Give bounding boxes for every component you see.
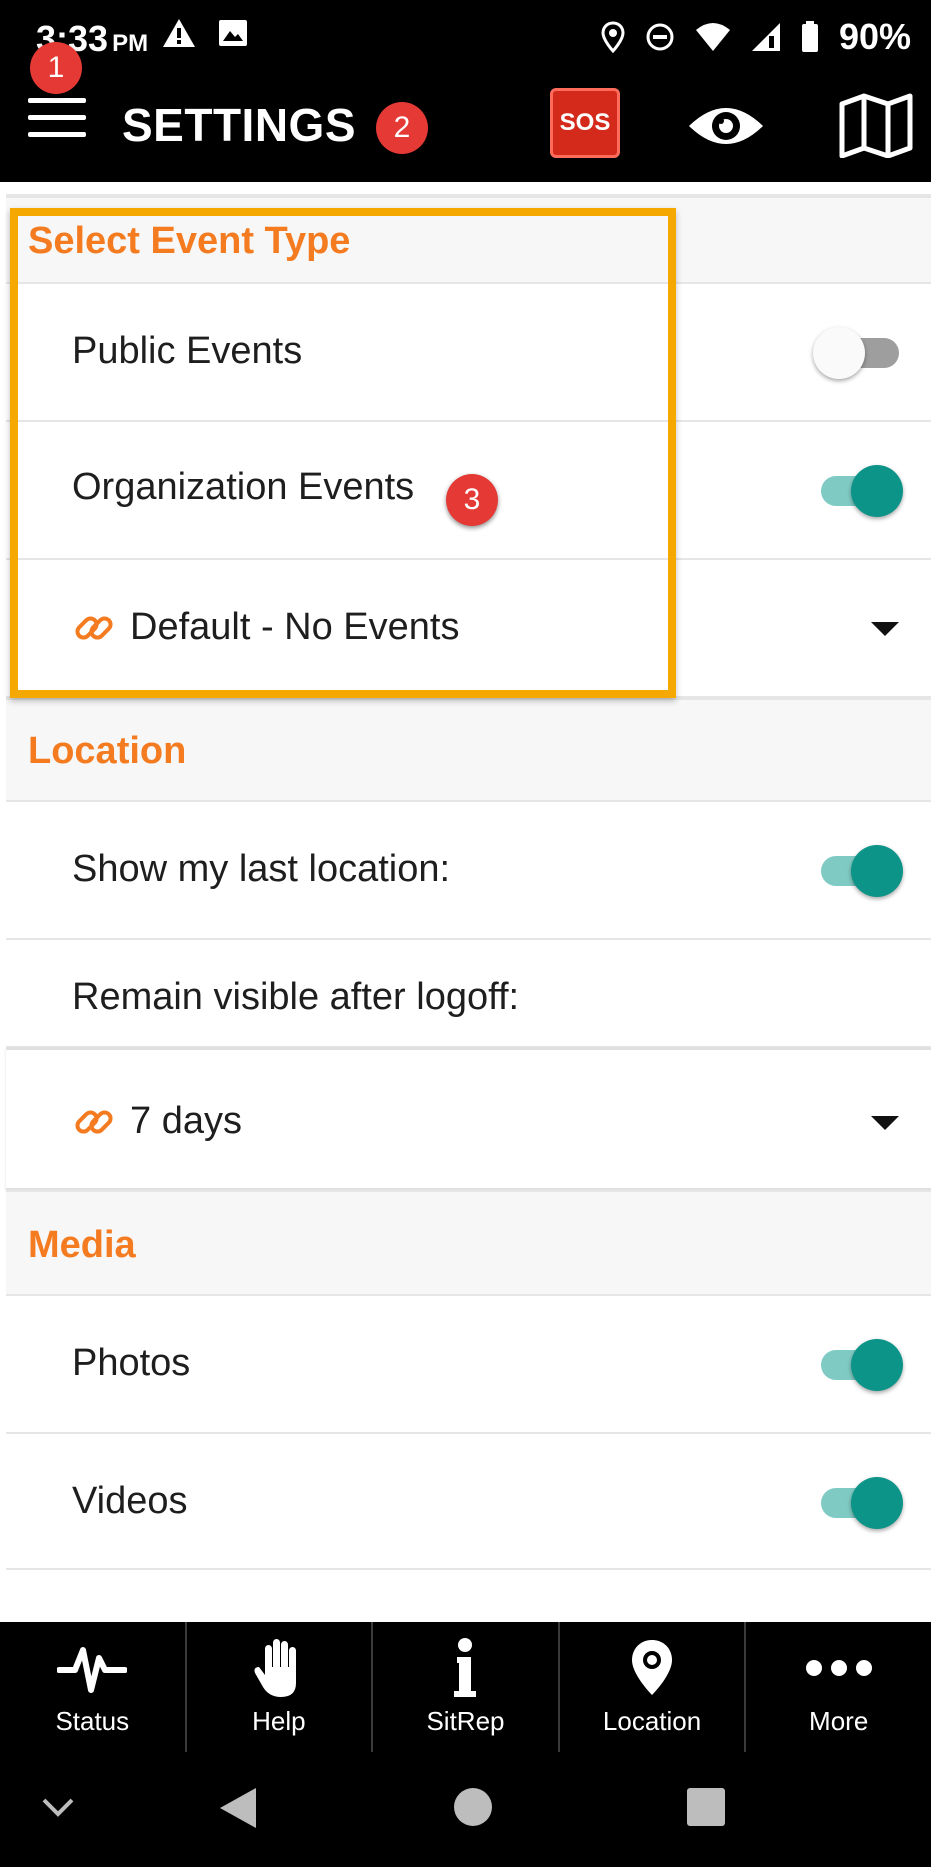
section-header-media: Media xyxy=(6,1190,931,1296)
setting-row-remain-visible: Remain visible after logoff: xyxy=(6,940,931,1048)
system-navigation-bar xyxy=(0,1752,931,1867)
nav-label-location: Location xyxy=(602,1706,702,1736)
status-right-icons: 90% xyxy=(601,16,911,58)
annotation-badge-3: 3 xyxy=(446,474,498,526)
remain-visible-dropdown[interactable]: 7 days xyxy=(6,1048,931,1190)
videos-toggle[interactable] xyxy=(813,1472,905,1532)
link-icon xyxy=(75,1110,113,1134)
public-events-label: Public Events xyxy=(72,330,303,372)
annotation-badge-1: 1 xyxy=(30,42,82,94)
section-title-media: Media xyxy=(28,1224,136,1266)
event-type-dropdown-value: Default - No Events xyxy=(130,606,460,648)
gps-icon xyxy=(601,21,625,53)
sos-button[interactable]: SOS xyxy=(550,88,620,158)
nav-item-help[interactable]: Help xyxy=(184,1622,372,1752)
nav-item-status[interactable]: Status xyxy=(0,1622,185,1752)
cell-signal-icon xyxy=(751,23,780,51)
nav-label-more: More xyxy=(809,1706,869,1736)
nav-item-location[interactable]: Location xyxy=(557,1622,745,1752)
warning-icon xyxy=(163,19,195,47)
setting-row-videos: Videos xyxy=(6,1434,931,1570)
chevron-down-icon xyxy=(871,622,899,636)
section-header-event-type: Select Event Type xyxy=(6,196,931,284)
location-pin-icon xyxy=(615,1636,689,1700)
home-icon[interactable] xyxy=(452,1786,494,1828)
battery-icon xyxy=(801,21,818,52)
setting-row-show-last-location: Show my last location: xyxy=(6,802,931,940)
collapse-chevron-icon[interactable] xyxy=(40,1796,76,1818)
photos-toggle[interactable] xyxy=(813,1334,905,1394)
settings-list: Select Event Type Public Events Organiza… xyxy=(0,182,931,1622)
nav-item-sitrep[interactable]: SitRep xyxy=(371,1622,558,1752)
map-icon[interactable] xyxy=(838,92,914,159)
battery-percentage: 90% xyxy=(838,16,911,57)
chevron-down-icon xyxy=(871,1116,899,1130)
top-bar: 3:33 PM 90% SETTINGS SOS 1 2 xyxy=(0,0,931,182)
status-time-ampm: PM xyxy=(112,30,149,57)
hand-icon xyxy=(242,1636,316,1700)
show-last-location-label: Show my last location: xyxy=(72,848,451,890)
event-type-dropdown[interactable]: Default - No Events xyxy=(6,560,931,698)
menu-icon[interactable] xyxy=(28,98,86,148)
heartbeat-icon xyxy=(55,1636,129,1700)
section-title-location: Location xyxy=(28,730,187,772)
image-icon xyxy=(219,20,247,46)
eye-icon[interactable] xyxy=(686,98,766,154)
public-events-toggle[interactable] xyxy=(813,322,905,382)
bottom-navigation: Status Help SitRep Location More xyxy=(0,1622,931,1752)
remain-visible-dropdown-value: 7 days xyxy=(130,1100,242,1142)
recent-apps-icon[interactable] xyxy=(686,1787,726,1827)
photos-label: Photos xyxy=(72,1342,191,1384)
annotation-badge-2: 2 xyxy=(376,102,428,154)
list-bottom-spacer xyxy=(6,1570,931,1622)
list-top-spacer xyxy=(6,182,931,196)
link-icon xyxy=(75,616,113,640)
wifi-icon xyxy=(695,23,730,51)
do-not-disturb-icon xyxy=(646,23,674,51)
section-header-location: Location xyxy=(6,698,931,802)
show-last-location-toggle[interactable] xyxy=(813,840,905,900)
setting-row-photos: Photos xyxy=(6,1296,931,1434)
nav-label-help: Help xyxy=(252,1706,306,1736)
remain-visible-label: Remain visible after logoff: xyxy=(72,976,520,1018)
setting-row-public-events: Public Events xyxy=(6,284,931,422)
videos-label: Videos xyxy=(72,1480,188,1522)
info-icon xyxy=(428,1636,502,1700)
back-icon[interactable] xyxy=(218,1786,258,1830)
nav-label-sitrep: SitRep xyxy=(426,1706,505,1736)
more-dots-icon xyxy=(802,1636,876,1700)
organization-events-toggle[interactable] xyxy=(813,460,905,520)
section-title-event-type: Select Event Type xyxy=(28,220,351,262)
organization-events-label: Organization Events xyxy=(72,466,415,508)
page-title: SETTINGS xyxy=(122,99,357,151)
nav-item-more[interactable]: More xyxy=(744,1622,931,1752)
nav-label-status: Status xyxy=(55,1706,130,1736)
status-notification-icons xyxy=(162,18,248,48)
